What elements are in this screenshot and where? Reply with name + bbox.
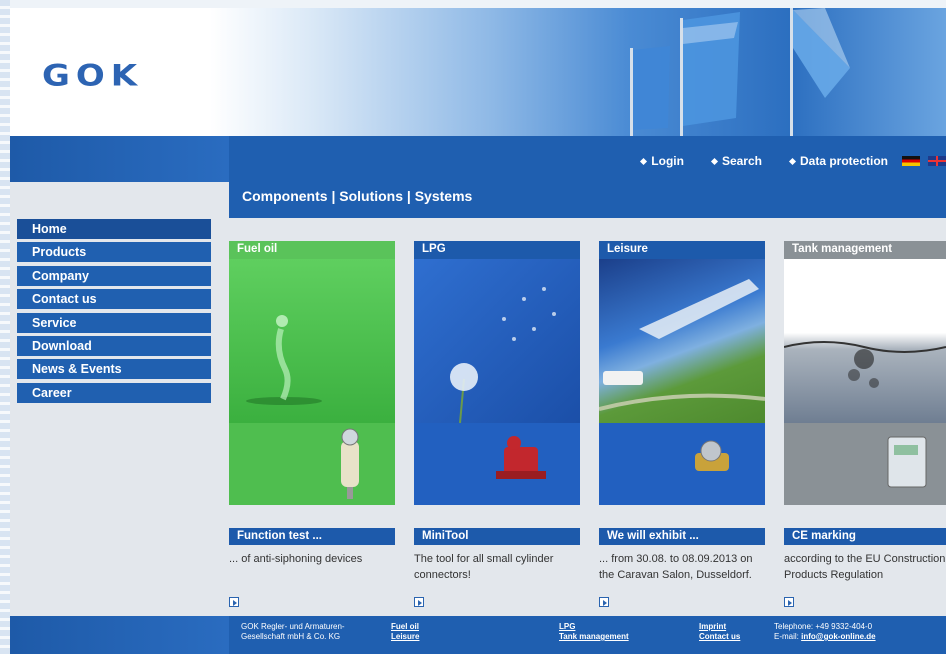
- news-text: ... from 30.08. to 08.09.2013 on the Car…: [599, 553, 753, 581]
- nav-item-company[interactable]: Company: [17, 265, 211, 286]
- news-text: The tool for all small cylinder connecto…: [414, 553, 554, 581]
- footer-links-2: LPG Tank management: [559, 622, 629, 642]
- footer-link-lpg[interactable]: LPG: [559, 622, 629, 632]
- uk-flag-icon[interactable]: [928, 156, 946, 166]
- header-bar-left: [10, 136, 229, 182]
- footer: GOK Regler- und Armaturen- Gesellschaft …: [229, 616, 946, 654]
- product-column-tank-management: Tank management CE marking according to …: [784, 241, 946, 607]
- news-headline[interactable]: CE marking: [784, 528, 946, 545]
- more-arrow-icon[interactable]: [229, 597, 239, 607]
- gas-valve-product-icon: [695, 440, 729, 471]
- nav-item-products[interactable]: Products: [17, 242, 211, 263]
- data-protection-link[interactable]: Data protection: [788, 154, 888, 168]
- product-column-lpg: LPG MiniTool The tool for all small cyli…: [414, 241, 580, 607]
- main-nav: Home Products Company Contact us Service…: [17, 219, 211, 406]
- flags-illustration: [630, 8, 850, 136]
- footer-company: GOK Regler- und Armaturen- Gesellschaft …: [241, 622, 345, 642]
- valve-product-icon: [341, 428, 359, 499]
- search-link[interactable]: Search: [710, 154, 762, 168]
- footer-link-imprint[interactable]: Imprint: [699, 622, 740, 632]
- nav-item-career[interactable]: Career: [17, 382, 211, 403]
- tank-monitor-product-icon: [887, 436, 927, 488]
- news-headline[interactable]: We will exhibit ...: [599, 528, 765, 545]
- column-header[interactable]: Fuel oil: [229, 241, 395, 259]
- footer-contact: Telephone: +49 9332-404-0 E-mail: info@g…: [774, 622, 876, 642]
- news-headline[interactable]: MiniTool: [414, 528, 580, 545]
- news-text: ... of anti-siphoning devices: [229, 553, 363, 565]
- nav-item-contact-us[interactable]: Contact us: [17, 289, 211, 310]
- top-links: Login Search Data protection: [640, 154, 946, 168]
- leisure-image[interactable]: [599, 259, 765, 505]
- regulator-product-icon: [496, 436, 546, 479]
- tagline: Components | Solutions | Systems: [242, 188, 473, 204]
- login-label: Login: [651, 154, 684, 168]
- bullet-icon: [788, 157, 797, 165]
- more-arrow-icon[interactable]: [784, 597, 794, 607]
- data-protection-label: Data protection: [799, 154, 888, 168]
- footer-links-3: Imprint Contact us: [699, 622, 740, 642]
- nav-item-news-events[interactable]: News & Events: [17, 359, 211, 380]
- product-column-leisure: Leisure We will exhibit ... ... from 30.…: [599, 241, 765, 607]
- oil-splash-illustration: [784, 341, 946, 388]
- nav-item-service[interactable]: Service: [17, 312, 211, 333]
- header-bar: [229, 136, 946, 218]
- email-line: E-mail: info@gok-online.de: [774, 632, 876, 642]
- column-header[interactable]: Leisure: [599, 241, 765, 259]
- nav-item-download[interactable]: Download: [17, 335, 211, 356]
- dandelion-illustration: [450, 287, 556, 424]
- tank-management-image[interactable]: [784, 259, 946, 505]
- footer-link-tank-management[interactable]: Tank management: [559, 632, 629, 642]
- bullet-icon: [640, 157, 648, 165]
- email-label: E-mail:: [774, 632, 802, 641]
- company-line-1: GOK Regler- und Armaturen-: [241, 622, 345, 631]
- water-drop-illustration: [246, 315, 322, 405]
- caravan-landscape-illustration: [599, 279, 765, 411]
- news-headline[interactable]: Function test ...: [229, 528, 395, 545]
- search-label: Search: [721, 154, 762, 168]
- bullet-icon: [710, 157, 718, 165]
- nav-item-home[interactable]: Home: [17, 219, 211, 239]
- telephone: Telephone: +49 9332-404-0: [774, 622, 873, 631]
- page: GOK Login Search Data protection Compone…: [10, 8, 946, 654]
- news-text: according to the EU Construction Product…: [784, 553, 946, 581]
- email-link[interactable]: info@gok-online.de: [801, 632, 875, 641]
- footer-left-bar: [10, 616, 229, 654]
- column-header[interactable]: LPG: [414, 241, 580, 259]
- product-column-fuel-oil: Fuel oil Function test ... ... of anti-s…: [229, 241, 395, 607]
- footer-links-1: Fuel oil Leisure: [391, 622, 419, 642]
- gok-logo[interactable]: GOK: [42, 59, 143, 93]
- column-header[interactable]: Tank management: [784, 241, 946, 259]
- footer-link-fuel-oil[interactable]: Fuel oil: [391, 622, 419, 632]
- footer-link-contact-us[interactable]: Contact us: [699, 632, 740, 642]
- login-link[interactable]: Login: [640, 154, 684, 168]
- header-banner: GOK: [10, 8, 946, 136]
- german-flag-icon[interactable]: [902, 156, 920, 166]
- footer-link-leisure[interactable]: Leisure: [391, 632, 419, 642]
- fuel-oil-image[interactable]: [229, 259, 395, 505]
- left-ruler-strip: [0, 0, 10, 654]
- more-arrow-icon[interactable]: [414, 597, 424, 607]
- more-arrow-icon[interactable]: [599, 597, 609, 607]
- company-line-2: Gesellschaft mbH & Co. KG: [241, 632, 341, 641]
- lpg-image[interactable]: [414, 259, 580, 505]
